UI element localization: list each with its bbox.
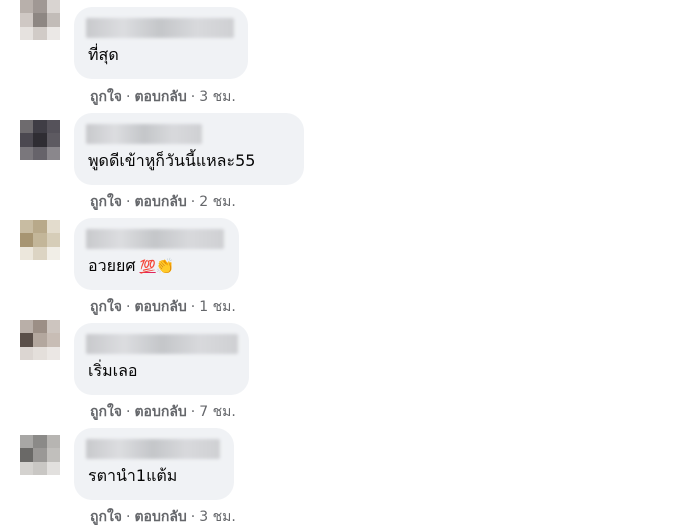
comment-item: อวยยศ 💯👏 ถูกใจ · ตอบกลับ · 1 ชม. (0, 210, 673, 315)
comment-actions: ถูกใจ · ตอบกลับ · 3 ชม. (90, 506, 236, 528)
reply-link[interactable]: ตอบกลับ (134, 509, 186, 525)
author-name-redacted[interactable] (86, 439, 220, 459)
comment-bubble: ที่สุด (74, 7, 248, 79)
comment-item: ที่สุด ถูกใจ · ตอบกลับ · 3 ชม. (0, 0, 673, 105)
comment-item: รตานำ1แต้ม ถูกใจ · ตอบกลับ · 3 ชม. (0, 420, 673, 525)
like-link[interactable]: ถูกใจ (90, 194, 122, 210)
comment-text-content: อวยยศ (88, 256, 136, 275)
separator: · (190, 509, 196, 525)
avatar[interactable] (20, 320, 60, 360)
like-link[interactable]: ถูกใจ (90, 299, 122, 315)
separator: · (126, 404, 131, 420)
comment-item: พูดดีเข้าหูก็วันนี้แหละ55 ถูกใจ · ตอบกลับ ·… (0, 105, 673, 210)
comment-text: อวยยศ 💯👏 (88, 256, 174, 278)
separator: · (126, 194, 131, 210)
separator: · (190, 194, 196, 210)
clapping-hands-icon: 👏 (155, 257, 175, 275)
comment-bubble: อวยยศ 💯👏 (74, 218, 239, 290)
timestamp[interactable]: 3 ชม. (199, 509, 236, 525)
avatar[interactable] (20, 120, 60, 160)
author-name-redacted[interactable] (86, 229, 224, 249)
comment-text: พูดดีเข้าหูก็วันนี้แหละ55 (88, 151, 256, 170)
reply-link[interactable]: ตอบกลับ (134, 194, 186, 210)
like-link[interactable]: ถูกใจ (90, 404, 122, 420)
timestamp[interactable]: 7 ชม. (199, 404, 236, 420)
avatar[interactable] (20, 0, 60, 40)
reply-link[interactable]: ตอบกลับ (134, 404, 186, 420)
separator: · (190, 89, 196, 105)
separator: · (126, 89, 131, 105)
avatar[interactable] (20, 220, 60, 260)
reply-link[interactable]: ตอบกลับ (134, 299, 186, 315)
author-name-redacted[interactable] (86, 334, 238, 354)
timestamp[interactable]: 1 ชม. (199, 299, 236, 315)
comment-bubble: พูดดีเข้าหูก็วันนี้แหละ55 (74, 113, 304, 185)
comment-bubble: รตานำ1แต้ม (74, 428, 234, 500)
comment-bubble: เริ่มเลอ (74, 323, 249, 395)
separator: · (190, 299, 196, 315)
comment-text: เริ่มเลอ (88, 361, 138, 380)
comment-text: ที่สุด (88, 45, 119, 64)
timestamp[interactable]: 2 ชม. (199, 194, 236, 210)
separator: · (126, 299, 131, 315)
like-link[interactable]: ถูกใจ (90, 89, 122, 105)
comment-text: รตานำ1แต้ม (88, 466, 178, 485)
like-link[interactable]: ถูกใจ (90, 509, 122, 525)
author-name-redacted[interactable] (86, 124, 202, 144)
separator: · (126, 509, 131, 525)
separator: · (190, 404, 196, 420)
timestamp[interactable]: 3 ชม. (199, 89, 236, 105)
reply-link[interactable]: ตอบกลับ (134, 89, 186, 105)
author-name-redacted[interactable] (86, 18, 234, 38)
hundred-points-icon: 💯 (139, 260, 156, 275)
comment-item: เริ่มเลอ ถูกใจ · ตอบกลับ · 7 ชม. (0, 315, 673, 420)
avatar[interactable] (20, 435, 60, 475)
